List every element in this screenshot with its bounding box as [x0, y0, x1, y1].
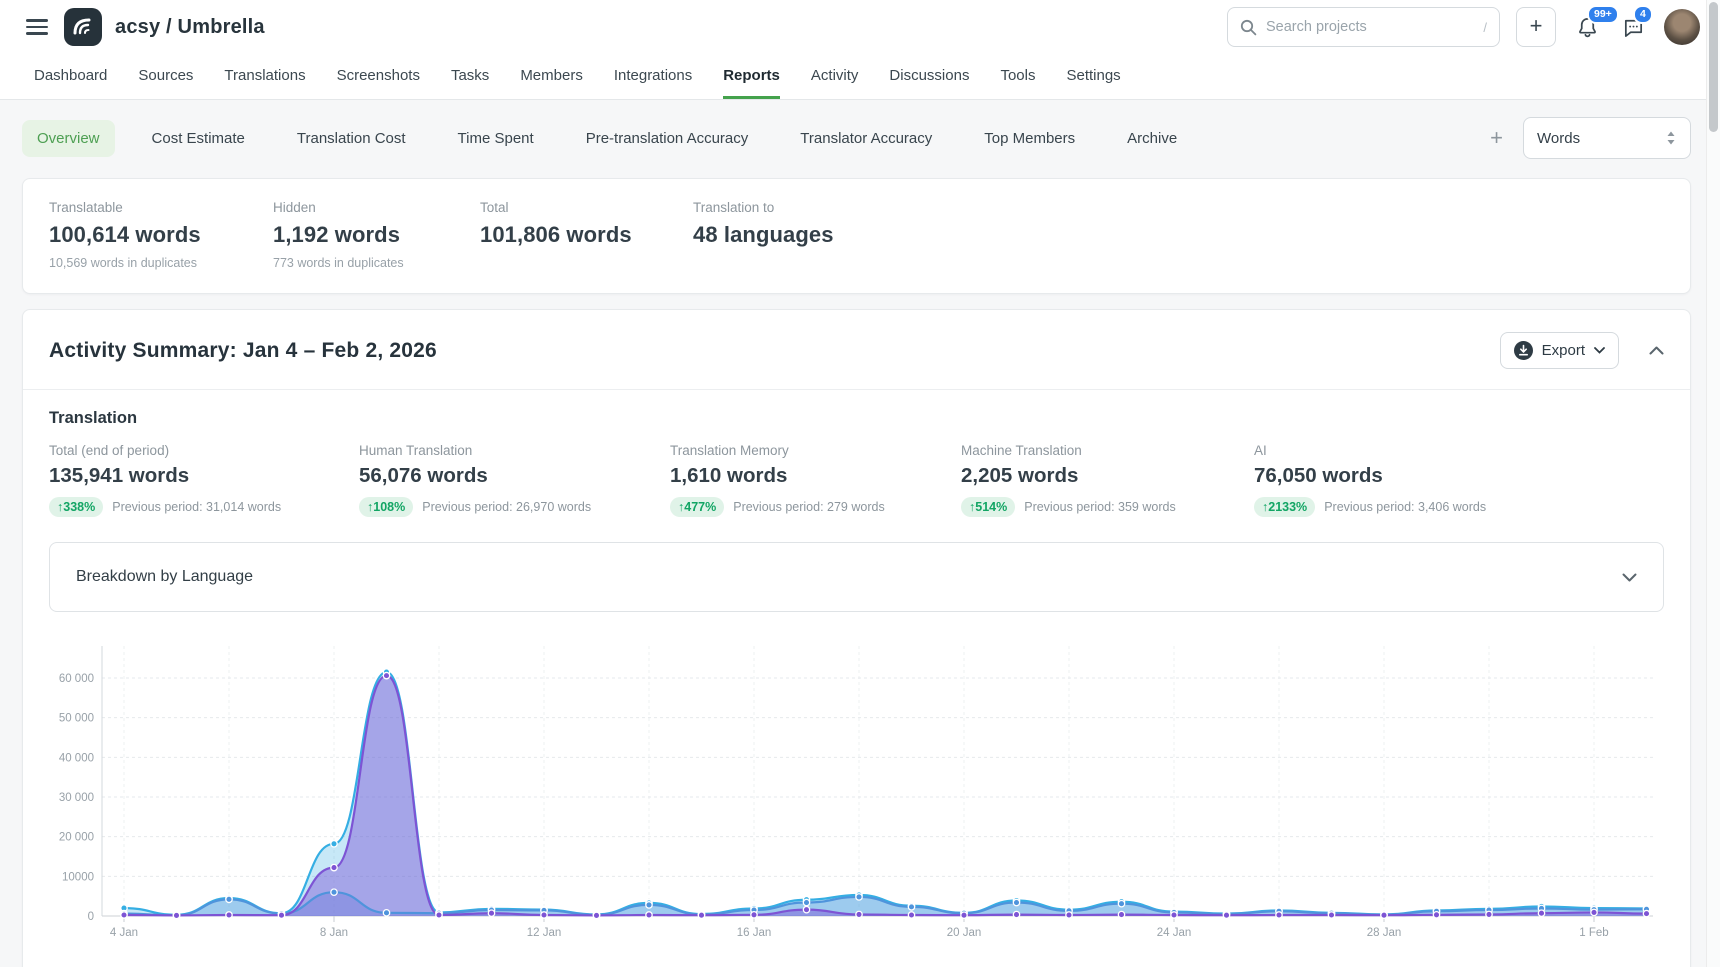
stat-translatable: Translatable 100,614 words 10,569 words … [49, 200, 273, 270]
svg-text:1 Feb: 1 Feb [1579, 927, 1608, 939]
unit-select-value: Words [1537, 130, 1580, 147]
create-project-button[interactable]: + [1516, 7, 1556, 47]
svg-text:28 Jan: 28 Jan [1367, 927, 1402, 939]
scrollbar-thumb[interactable] [1709, 2, 1718, 132]
tab-settings[interactable]: Settings [1066, 54, 1120, 99]
svg-text:50 000: 50 000 [59, 713, 94, 725]
tab-reports[interactable]: Reports [723, 54, 780, 99]
subtab-cost-estimate[interactable]: Cost Estimate [137, 120, 260, 157]
subtab-overview[interactable]: Overview [22, 120, 115, 157]
svg-text:20 000: 20 000 [59, 832, 94, 844]
breakdown-by-language-toggle[interactable]: Breakdown by Language [49, 542, 1664, 612]
delta-badge: ↑477% [670, 497, 724, 517]
stat-total: Total 101,806 words [480, 200, 693, 270]
subtab-archive[interactable]: Archive [1112, 120, 1192, 157]
reports-subnav: Overview Cost Estimate Translation Cost … [0, 100, 1720, 159]
translation-metrics: Total (end of period) 135,941 words ↑338… [23, 428, 1690, 517]
project-logo[interactable] [64, 8, 102, 46]
subtab-translation-cost[interactable]: Translation Cost [282, 120, 421, 157]
menu-icon[interactable] [26, 19, 48, 35]
sorter-icon [1665, 130, 1677, 146]
collapse-section-button[interactable] [1649, 346, 1664, 355]
svg-text:10000: 10000 [62, 871, 94, 883]
svg-text:0: 0 [88, 911, 94, 923]
caret-down-icon [1594, 347, 1605, 354]
tab-sources[interactable]: Sources [138, 54, 193, 99]
tab-translations[interactable]: Translations [224, 54, 305, 99]
scrollbar[interactable] [1706, 0, 1720, 967]
project-words-summary: Translatable 100,614 words 10,569 words … [22, 178, 1691, 294]
tab-screenshots[interactable]: Screenshots [337, 54, 420, 99]
delta-badge: ↑338% [49, 497, 103, 517]
tab-members[interactable]: Members [520, 54, 583, 99]
stat-translation-to: Translation to 48 languages [693, 200, 1664, 270]
search-shortcut-hint: / [1483, 20, 1487, 35]
export-button-label: Export [1542, 342, 1585, 359]
metric-human-translation: Human Translation 56,076 words ↑108% Pre… [359, 443, 670, 517]
svg-text:4 Jan: 4 Jan [110, 927, 138, 939]
notifications-button[interactable]: 99+ [1572, 12, 1602, 42]
search-box[interactable]: / [1227, 7, 1500, 47]
tab-dashboard[interactable]: Dashboard [34, 54, 107, 99]
delta-badge: ↑514% [961, 497, 1015, 517]
subtab-time-spent[interactable]: Time Spent [443, 120, 549, 157]
svg-text:8 Jan: 8 Jan [320, 927, 348, 939]
user-avatar[interactable] [1664, 9, 1700, 45]
activity-summary-header: Activity Summary: Jan 4 – Feb 2, 2026 Ex… [23, 310, 1690, 390]
area-chart[interactable]: 0 10000 20 000 30 000 40 000 50 000 60 000 4 Ja… [45, 638, 1666, 967]
svg-text:30 000: 30 000 [59, 792, 94, 804]
search-icon [1240, 19, 1257, 36]
messages-count-badge: 4 [1633, 5, 1653, 24]
metric-machine-translation: Machine Translation 2,205 words ↑514% Pr… [961, 443, 1254, 517]
translation-section-heading: Translation [23, 390, 1690, 428]
top-bar: acsy / Umbrella / + 99+ 4 [0, 0, 1720, 54]
search-input[interactable] [1266, 19, 1474, 35]
svg-text:12 Jan: 12 Jan [527, 927, 562, 939]
activity-chart: 0 10000 20 000 30 000 40 000 50 000 60 000 4 Ja… [23, 612, 1690, 967]
subtab-pretranslation-accuracy[interactable]: Pre-translation Accuracy [571, 120, 764, 157]
metric-translation-memory: Translation Memory 1,610 words ↑477% Pre… [670, 443, 961, 517]
tab-tasks[interactable]: Tasks [451, 54, 489, 99]
messages-button[interactable]: 4 [1618, 12, 1648, 42]
svg-text:24 Jan: 24 Jan [1157, 927, 1192, 939]
plus-icon: + [1530, 15, 1543, 37]
export-button[interactable]: Export [1500, 332, 1619, 369]
tab-tools[interactable]: Tools [1000, 54, 1035, 99]
metric-ai: AI 76,050 words ↑2133% Previous period: … [1254, 443, 1664, 517]
tab-discussions[interactable]: Discussions [889, 54, 969, 99]
subtab-translator-accuracy[interactable]: Translator Accuracy [785, 120, 947, 157]
add-report-button[interactable]: + [1490, 127, 1503, 149]
tab-activity[interactable]: Activity [811, 54, 859, 99]
activity-summary-title: Activity Summary: Jan 4 – Feb 2, 2026 [49, 339, 437, 363]
svg-text:40 000: 40 000 [59, 752, 94, 764]
chevron-down-icon [1622, 573, 1637, 582]
download-icon [1514, 341, 1533, 360]
logo-swoosh-icon [70, 14, 96, 40]
delta-badge: ↑108% [359, 497, 413, 517]
tab-integrations[interactable]: Integrations [614, 54, 692, 99]
unit-select[interactable]: Words [1523, 117, 1691, 159]
breakdown-label: Breakdown by Language [76, 568, 253, 586]
chevron-up-icon [1649, 346, 1664, 355]
svg-text:16 Jan: 16 Jan [737, 927, 772, 939]
svg-text:60 000: 60 000 [59, 673, 94, 685]
page-title: acsy / Umbrella [115, 16, 265, 39]
svg-text:20 Jan: 20 Jan [947, 927, 982, 939]
activity-summary-card: Activity Summary: Jan 4 – Feb 2, 2026 Ex… [22, 309, 1691, 967]
stat-hidden: Hidden 1,192 words 773 words in duplicat… [273, 200, 480, 270]
notifications-count-badge: 99+ [1587, 5, 1619, 24]
delta-badge: ↑2133% [1254, 497, 1315, 517]
main-nav: Dashboard Sources Translations Screensho… [0, 54, 1720, 100]
subtab-top-members[interactable]: Top Members [969, 120, 1090, 157]
metric-total-end-of-period: Total (end of period) 135,941 words ↑338… [49, 443, 359, 517]
